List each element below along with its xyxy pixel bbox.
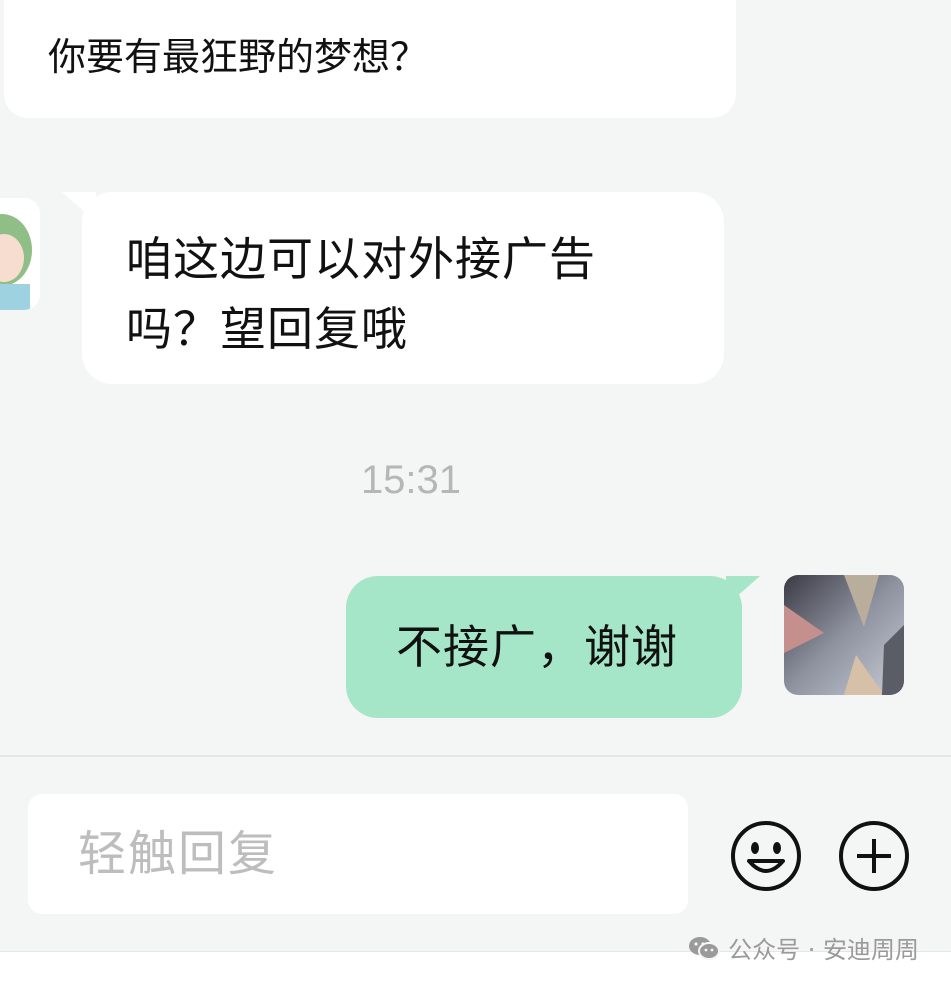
composer-bar: 轻触回复: [0, 757, 951, 951]
more-actions-button[interactable]: [837, 819, 911, 893]
emoji-icon: [731, 821, 801, 891]
my-avatar[interactable]: [784, 575, 904, 695]
contact-avatar-image: [0, 198, 40, 310]
reply-input[interactable]: 轻触回复: [28, 794, 688, 914]
message-text: 咱这边可以对外接广告吗？望回复哦: [126, 232, 596, 356]
message-text: 不接广，谢谢: [396, 620, 678, 674]
outgoing-message-bubble[interactable]: 不接广，谢谢: [346, 576, 742, 718]
wechat-icon: [689, 936, 721, 960]
contact-avatar[interactable]: [0, 198, 40, 310]
watermark: 公众号 · 安迪周周: [688, 930, 919, 965]
message-text: 你要有最狂野的梦想？: [48, 35, 429, 79]
message-timestamp: 15:31: [360, 458, 462, 502]
incoming-message-bubble[interactable]: 咱这边可以对外接广告吗？望回复哦: [82, 192, 724, 384]
emoji-button[interactable]: [729, 819, 803, 893]
incoming-message-bubble[interactable]: 你要有最狂野的梦想？: [4, 0, 736, 118]
my-avatar-image: [784, 575, 904, 695]
plus-icon: [839, 821, 909, 891]
watermark-text: 公众号 · 安迪周周: [728, 936, 919, 964]
reply-input-placeholder: 轻触回复: [78, 826, 279, 882]
chat-message-area[interactable]: 你要有最狂野的梦想？ 咱这边可以对外接广告吗？望回复哦 15:31 不接广，谢谢: [0, 0, 951, 755]
